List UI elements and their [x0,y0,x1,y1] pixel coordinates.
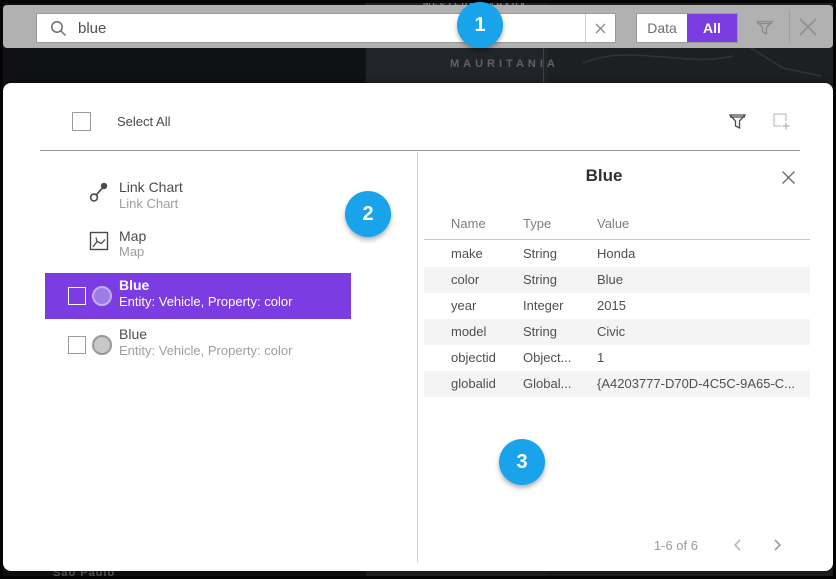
result-checkbox[interactable] [68,336,86,354]
table-row: color String Blue [424,267,810,293]
detail-title: Blue [424,166,784,186]
result-subtitle: Map [119,244,144,259]
cell-value: 1 [597,345,810,371]
table-row: make String Honda [424,241,810,267]
search-scope-toggle: Data All [636,13,738,43]
cell-name: globalid [451,371,523,397]
table-row: year Integer 2015 [424,293,810,319]
panel-divider [40,150,800,151]
select-all-label: Select All [117,114,170,129]
cell-value: Blue [597,267,810,293]
scope-option-all[interactable]: All [687,14,737,42]
search-filter-button[interactable] [752,15,776,39]
callout-badge-2: 2 [345,191,391,237]
map-label-mauritania: MAURITANIA [450,58,559,70]
search-results-panel: Select All [3,83,833,571]
pagination-next-button[interactable] [769,536,787,554]
cell-name: color [451,267,523,293]
add-selection-icon [771,111,792,132]
result-title: Link Chart [119,179,183,195]
column-header-type: Type [523,216,597,231]
clear-x-icon [595,23,606,34]
result-subtitle: Link Chart [119,196,178,211]
map-icon [88,230,110,252]
table-header-divider [424,239,810,240]
result-subtitle: Entity: Vehicle, Property: color [119,294,292,309]
select-all-checkbox[interactable] [72,112,91,131]
cell-type: Global... [523,371,597,397]
column-header-name: Name [451,216,523,231]
chevron-right-icon [773,538,783,552]
cell-type: String [523,319,597,345]
result-title: Blue [119,326,147,342]
result-item-blue-selected[interactable]: Blue Entity: Vehicle, Property: color [45,273,351,319]
pagination-prev-button[interactable] [728,536,746,554]
add-to-selection-button[interactable] [769,109,793,133]
cell-type: Integer [523,293,597,319]
cell-name: make [451,241,523,267]
search-overlay-screen: WESTERN SAHARA MAURITANIA São Paulo Data [0,0,836,579]
result-checkbox[interactable] [68,287,86,305]
cell-type: String [523,241,597,267]
attribute-table-header: Name Type Value [424,216,810,231]
cell-name: objectid [451,345,523,371]
cell-value: Civic [597,319,810,345]
close-x-icon [796,15,820,39]
close-x-icon [781,170,796,185]
search-icon [37,20,67,37]
cell-value: Honda [597,241,810,267]
entity-circle-icon [92,335,112,355]
cell-value: {A4203777-D70D-4C5C-9A65-C... [597,371,810,397]
cell-type: Object... [523,345,597,371]
cell-value: 2015 [597,293,810,319]
chevron-left-icon [732,538,742,552]
toolbar-divider [789,10,790,43]
cell-name: model [451,319,523,345]
table-row: objectid Object... 1 [424,345,810,371]
search-clear-button[interactable] [585,14,615,42]
search-box[interactable] [36,13,616,43]
search-input[interactable] [78,20,585,37]
panel-vertical-divider [417,152,418,562]
link-chart-icon [87,177,111,205]
detail-close-button[interactable] [778,167,798,187]
result-subtitle: Entity: Vehicle, Property: color [119,343,292,358]
table-row: globalid Global... {A4203777-D70D-4C5C-9… [424,371,810,397]
column-header-value: Value [597,216,810,231]
funnel-icon [755,18,774,37]
pagination-label: 1-6 of 6 [618,538,698,553]
table-row: model String Civic [424,319,810,345]
callout-badge-3: 3 [499,439,545,485]
results-filter-button[interactable] [725,109,749,133]
result-title: Map [119,228,146,244]
funnel-icon [728,112,747,131]
callout-badge-1: 1 [457,2,503,48]
search-toolbar: Data All [3,5,833,48]
scope-option-data[interactable]: Data [637,14,687,42]
cell-name: year [451,293,523,319]
search-close-button[interactable] [794,13,822,41]
cell-type: String [523,267,597,293]
result-title: Blue [119,277,149,293]
entity-circle-icon [92,286,112,306]
attribute-table: make String Honda color String Blue year… [424,241,810,397]
